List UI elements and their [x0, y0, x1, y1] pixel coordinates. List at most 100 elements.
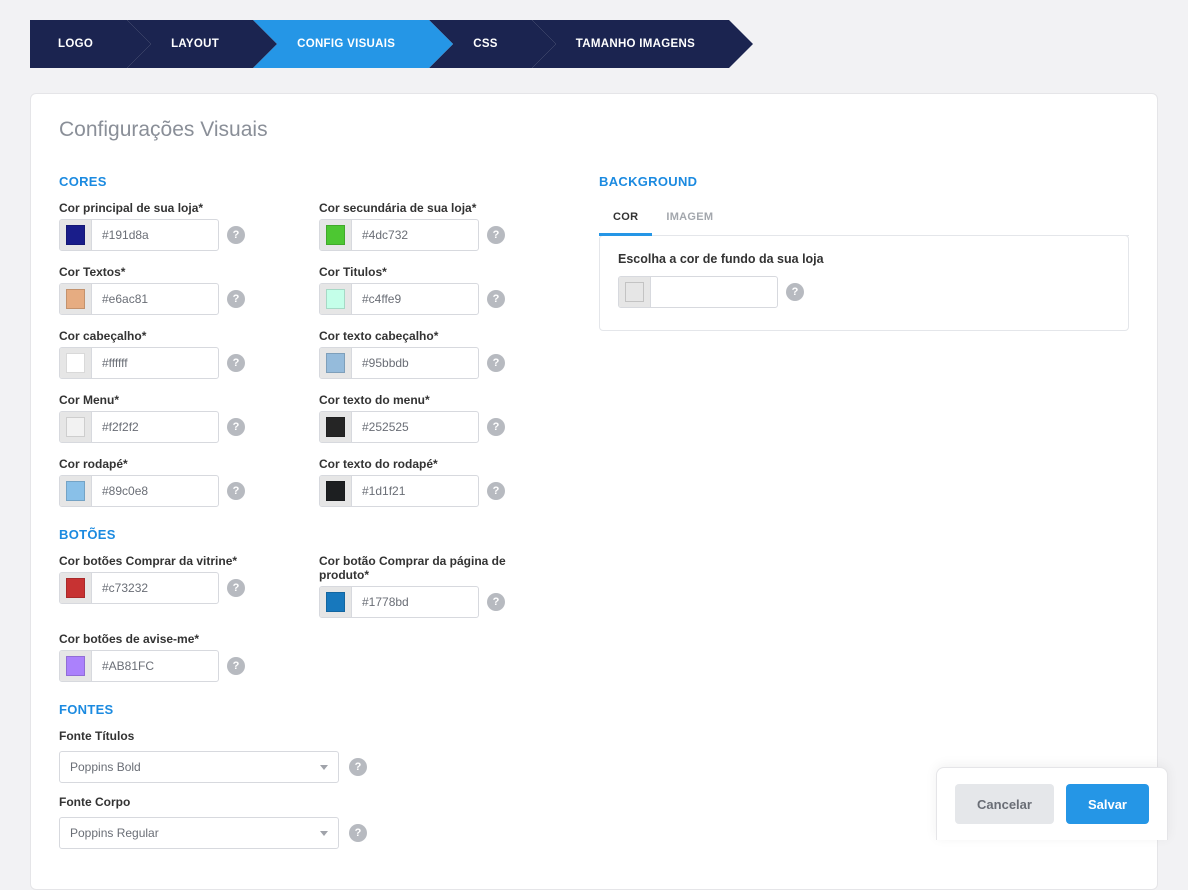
color-swatch[interactable]	[320, 411, 352, 443]
field-label: Cor Menu*	[59, 393, 279, 407]
cancel-button[interactable]: Cancelar	[955, 784, 1054, 824]
step-logo[interactable]: LOGO	[30, 20, 127, 68]
color-text-input[interactable]	[92, 476, 219, 506]
color-input-textos[interactable]	[59, 283, 219, 315]
help-icon[interactable]: ?	[227, 579, 245, 597]
section-background: BACKGROUND	[599, 174, 1129, 189]
help-icon[interactable]: ?	[349, 824, 367, 842]
color-swatch[interactable]	[320, 219, 352, 251]
color-text-input[interactable]	[651, 277, 778, 307]
color-input-menu[interactable]	[59, 411, 219, 443]
wizard-steps: LOGO LAYOUT CONFIG VISUAIS CSS TAMANHO I…	[30, 20, 1158, 68]
color-swatch[interactable]	[320, 586, 352, 618]
color-input-texto-cabecalho[interactable]	[319, 347, 479, 379]
color-text-input[interactable]	[92, 284, 219, 314]
field-cor-menu: Cor Menu* ?	[59, 393, 279, 443]
color-text-input[interactable]	[92, 573, 219, 603]
field-label: Cor principal de sua loja*	[59, 201, 279, 215]
color-text-input[interactable]	[92, 412, 219, 442]
section-fontes: FONTES	[59, 702, 539, 717]
color-swatch[interactable]	[320, 283, 352, 315]
color-text-input[interactable]	[352, 476, 479, 506]
color-input-cabecalho[interactable]	[59, 347, 219, 379]
field-botao-aviseme: Cor botões de avise-me* ?	[59, 632, 279, 682]
step-label: TAMANHO IMAGENS	[576, 38, 695, 50]
color-input-principal[interactable]	[59, 219, 219, 251]
page-title: Configurações Visuais	[59, 118, 1129, 142]
help-icon[interactable]: ?	[786, 283, 804, 301]
help-icon[interactable]: ?	[227, 290, 245, 308]
color-input-rodape[interactable]	[59, 475, 219, 507]
field-label: Fonte Títulos	[59, 729, 539, 743]
color-swatch[interactable]	[320, 475, 352, 507]
color-text-input[interactable]	[352, 284, 479, 314]
step-label: LAYOUT	[171, 38, 219, 50]
color-swatch[interactable]	[60, 411, 92, 443]
step-config-visuais[interactable]: CONFIG VISUAIS	[253, 20, 429, 68]
field-label: Cor botão Comprar da página de produto*	[319, 554, 539, 582]
save-button[interactable]: Salvar	[1066, 784, 1149, 824]
field-label: Cor Titulos*	[319, 265, 539, 279]
help-icon[interactable]: ?	[487, 226, 505, 244]
tab-cor[interactable]: COR	[599, 201, 652, 236]
color-text-input[interactable]	[352, 348, 479, 378]
color-input-secundaria[interactable]	[319, 219, 479, 251]
background-instruction: Escolha a cor de fundo da sua loja	[618, 252, 1110, 266]
background-panel: Escolha a cor de fundo da sua loja ?	[599, 235, 1129, 331]
help-icon[interactable]: ?	[487, 593, 505, 611]
color-text-input[interactable]	[92, 220, 219, 250]
help-icon[interactable]: ?	[487, 418, 505, 436]
field-label: Cor rodapé*	[59, 457, 279, 471]
field-cor-texto-menu: Cor texto do menu* ?	[319, 393, 539, 443]
color-swatch[interactable]	[60, 283, 92, 315]
section-cores: CORES	[59, 174, 539, 189]
color-input-aviseme[interactable]	[59, 650, 219, 682]
color-input-comprar-vitrine[interactable]	[59, 572, 219, 604]
color-swatch[interactable]	[60, 572, 92, 604]
color-input-background[interactable]	[618, 276, 778, 308]
field-fonte-corpo: Fonte Corpo Poppins Regular ?	[59, 795, 539, 849]
color-text-input[interactable]	[352, 412, 479, 442]
color-text-input[interactable]	[92, 651, 219, 681]
select-value: Poppins Bold	[70, 760, 141, 774]
help-icon[interactable]: ?	[349, 758, 367, 776]
tab-imagem[interactable]: IMAGEM	[652, 201, 727, 235]
color-swatch[interactable]	[619, 276, 651, 308]
select-fonte-corpo[interactable]: Poppins Regular	[59, 817, 339, 849]
field-label: Cor botões Comprar da vitrine*	[59, 554, 279, 568]
color-swatch[interactable]	[60, 475, 92, 507]
background-tabs: COR IMAGEM	[599, 201, 1129, 236]
color-swatch[interactable]	[320, 347, 352, 379]
field-fonte-titulos: Fonte Títulos Poppins Bold ?	[59, 729, 539, 783]
color-input-texto-rodape[interactable]	[319, 475, 479, 507]
color-swatch[interactable]	[60, 347, 92, 379]
help-icon[interactable]: ?	[227, 657, 245, 675]
help-icon[interactable]: ?	[227, 226, 245, 244]
color-input-texto-menu[interactable]	[319, 411, 479, 443]
help-icon[interactable]: ?	[487, 354, 505, 372]
color-text-input[interactable]	[352, 587, 479, 617]
step-label: LOGO	[58, 38, 93, 50]
field-cor-texto-cabecalho: Cor texto cabeçalho* ?	[319, 329, 539, 379]
help-icon[interactable]: ?	[487, 290, 505, 308]
field-label: Fonte Corpo	[59, 795, 539, 809]
help-icon[interactable]: ?	[487, 482, 505, 500]
field-label: Cor texto cabeçalho*	[319, 329, 539, 343]
color-input-comprar-produto[interactable]	[319, 586, 479, 618]
field-cor-texto-rodape: Cor texto do rodapé* ?	[319, 457, 539, 507]
field-label: Cor texto do menu*	[319, 393, 539, 407]
color-text-input[interactable]	[352, 220, 479, 250]
color-input-titulos[interactable]	[319, 283, 479, 315]
step-tamanho-imagens[interactable]: TAMANHO IMAGENS	[532, 20, 729, 68]
select-fonte-titulos[interactable]: Poppins Bold	[59, 751, 339, 783]
help-icon[interactable]: ?	[227, 482, 245, 500]
select-value: Poppins Regular	[70, 826, 159, 840]
field-label: Cor secundária de sua loja*	[319, 201, 539, 215]
field-cor-textos: Cor Textos* ?	[59, 265, 279, 315]
field-botao-comprar-vitrine: Cor botões Comprar da vitrine* ?	[59, 554, 279, 618]
help-icon[interactable]: ?	[227, 354, 245, 372]
color-text-input[interactable]	[92, 348, 219, 378]
help-icon[interactable]: ?	[227, 418, 245, 436]
color-swatch[interactable]	[60, 219, 92, 251]
color-swatch[interactable]	[60, 650, 92, 682]
